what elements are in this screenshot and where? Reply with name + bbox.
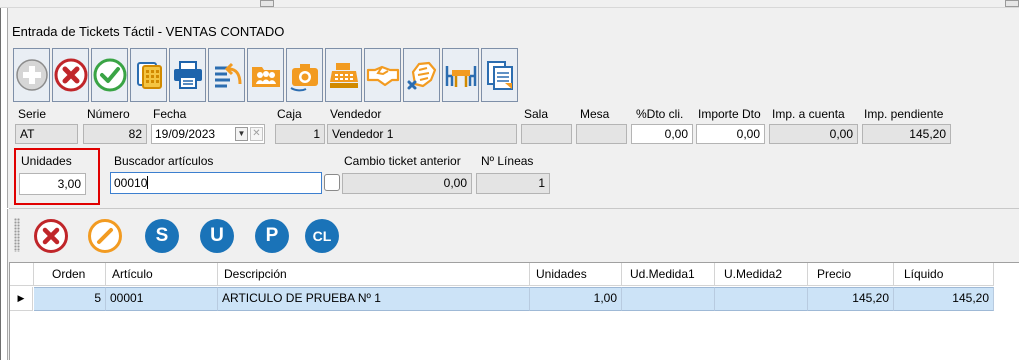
- imp-pendiente-label: Imp. pendiente: [864, 107, 944, 121]
- serie-field[interactable]: AT: [15, 124, 78, 144]
- caja-label: Caja: [277, 107, 302, 121]
- unidades-label: Unidades: [21, 154, 72, 168]
- red-x-icon: [42, 227, 60, 245]
- col-unidades[interactable]: Unidades: [530, 263, 622, 286]
- handshake-icon: [366, 65, 399, 87]
- cell-orden[interactable]: 5: [34, 287, 106, 311]
- documents-button[interactable]: [481, 48, 518, 102]
- camera-icon: [289, 64, 318, 92]
- cancel-deal-button[interactable]: [403, 48, 440, 102]
- cambio-field[interactable]: 0,00: [342, 173, 472, 194]
- add-button[interactable]: [13, 48, 50, 102]
- delete-button[interactable]: [52, 48, 89, 102]
- chevron-down-icon[interactable]: ▼: [235, 127, 248, 141]
- col-descripcion[interactable]: Descripción: [218, 263, 530, 286]
- hand-cancel-icon: [407, 61, 436, 90]
- pencil-icon: [97, 228, 113, 244]
- delete-line-button[interactable]: [34, 219, 68, 253]
- cell-descripcion[interactable]: ARTICULO DE PRUEBA Nº 1: [218, 287, 530, 311]
- col-ud-medida1[interactable]: Ud.Medida1: [622, 263, 715, 286]
- buscador-input[interactable]: 00010: [110, 172, 322, 194]
- calculator-button[interactable]: [130, 48, 167, 102]
- toolbar-grip[interactable]: [14, 218, 20, 252]
- vendedor-field[interactable]: Vendedor 1: [327, 124, 517, 144]
- imp-cuenta-field[interactable]: 0,00: [769, 124, 858, 144]
- col-articulo[interactable]: Artículo: [106, 263, 218, 286]
- lines-grid[interactable]: Orden Artículo Descripción Unidades Ud.M…: [9, 262, 1019, 360]
- p-button[interactable]: P: [255, 219, 289, 253]
- strip-button-right[interactable]: [1005, 0, 1019, 7]
- mesa-label: Mesa: [580, 107, 610, 121]
- handshake-button[interactable]: [364, 48, 401, 102]
- buscador-value: 00010: [114, 176, 148, 190]
- cell-unidades[interactable]: 1,00: [530, 287, 622, 311]
- window-title: Entrada de Tickets Táctil - VENTAS CONTA…: [12, 24, 285, 39]
- numero-field[interactable]: 82: [83, 124, 147, 144]
- table-chairs-icon: [445, 66, 476, 87]
- serie-label: Serie: [18, 107, 47, 121]
- unidades-field[interactable]: 3,00: [19, 173, 86, 195]
- lineas-field[interactable]: 1: [476, 173, 550, 194]
- imp-cuenta-label: Imp. a cuenta: [772, 107, 845, 121]
- sala-label: Sala: [524, 107, 549, 121]
- edit-line-button[interactable]: [88, 219, 122, 253]
- people-folder-icon: [251, 67, 280, 87]
- lineas-label: Nº Líneas: [481, 154, 534, 168]
- cell-articulo[interactable]: 00001: [106, 287, 218, 311]
- clear-icon[interactable]: ✕: [250, 127, 263, 141]
- fecha-value: 19/09/2023: [155, 127, 216, 141]
- col-orden[interactable]: Orden: [34, 263, 106, 286]
- buscador-label: Buscador artículos: [114, 154, 214, 168]
- photo-button[interactable]: [286, 48, 323, 102]
- imp-pendiente-field[interactable]: 145,20: [862, 124, 951, 144]
- return-button[interactable]: [208, 48, 245, 102]
- fecha-picker[interactable]: 19/09/2023 ▼ ✕: [151, 124, 265, 144]
- table-button[interactable]: [442, 48, 479, 102]
- importe-dto-label: Importe Dto: [698, 107, 761, 121]
- col-precio[interactable]: Precio: [808, 263, 894, 286]
- dto-cli-label: %Dto cli.: [636, 107, 684, 121]
- col-u-medida2[interactable]: U.Medida2: [715, 263, 808, 286]
- fecha-label: Fecha: [153, 107, 187, 121]
- documents-icon: [486, 61, 513, 90]
- vendedor-label: Vendedor: [330, 107, 382, 121]
- text-caret: [147, 176, 149, 189]
- strip-button[interactable]: [260, 0, 274, 7]
- cell-precio[interactable]: 145,20: [808, 287, 894, 311]
- cash-register-icon: [329, 63, 358, 88]
- col-liquido[interactable]: Líquido: [894, 263, 994, 286]
- mesa-field[interactable]: [576, 124, 627, 144]
- cell-u-medida2[interactable]: [715, 287, 808, 311]
- cell-ud-medida1[interactable]: [622, 287, 715, 311]
- sala-field[interactable]: [521, 124, 572, 144]
- plus-circle-icon: [15, 59, 48, 91]
- confirm-button[interactable]: [91, 48, 128, 102]
- customers-button[interactable]: [247, 48, 284, 102]
- dto-cli-field[interactable]: 0,00: [631, 124, 693, 144]
- calculator-icon: [136, 62, 162, 89]
- row-marker[interactable]: ▶: [10, 287, 33, 311]
- numero-label: Número: [87, 107, 130, 121]
- cambio-label: Cambio ticket anterior: [344, 154, 461, 168]
- cash-register-button[interactable]: [325, 48, 362, 102]
- caja-field[interactable]: 1: [275, 124, 325, 144]
- s-button[interactable]: S: [145, 219, 179, 253]
- importe-dto-field[interactable]: 0,00: [696, 124, 765, 144]
- green-check-icon: [93, 58, 126, 92]
- printer-icon: [173, 61, 202, 89]
- cambio-checkbox[interactable]: [324, 174, 340, 191]
- print-button[interactable]: [169, 48, 206, 102]
- top-strip: [0, 0, 1019, 8]
- red-x-icon: [54, 58, 87, 92]
- cell-liquido[interactable]: 145,20: [894, 287, 994, 311]
- cl-button[interactable]: CL: [305, 219, 339, 253]
- undo-list-icon: [214, 62, 241, 88]
- grid-corner: [10, 263, 34, 286]
- u-button[interactable]: U: [200, 219, 234, 253]
